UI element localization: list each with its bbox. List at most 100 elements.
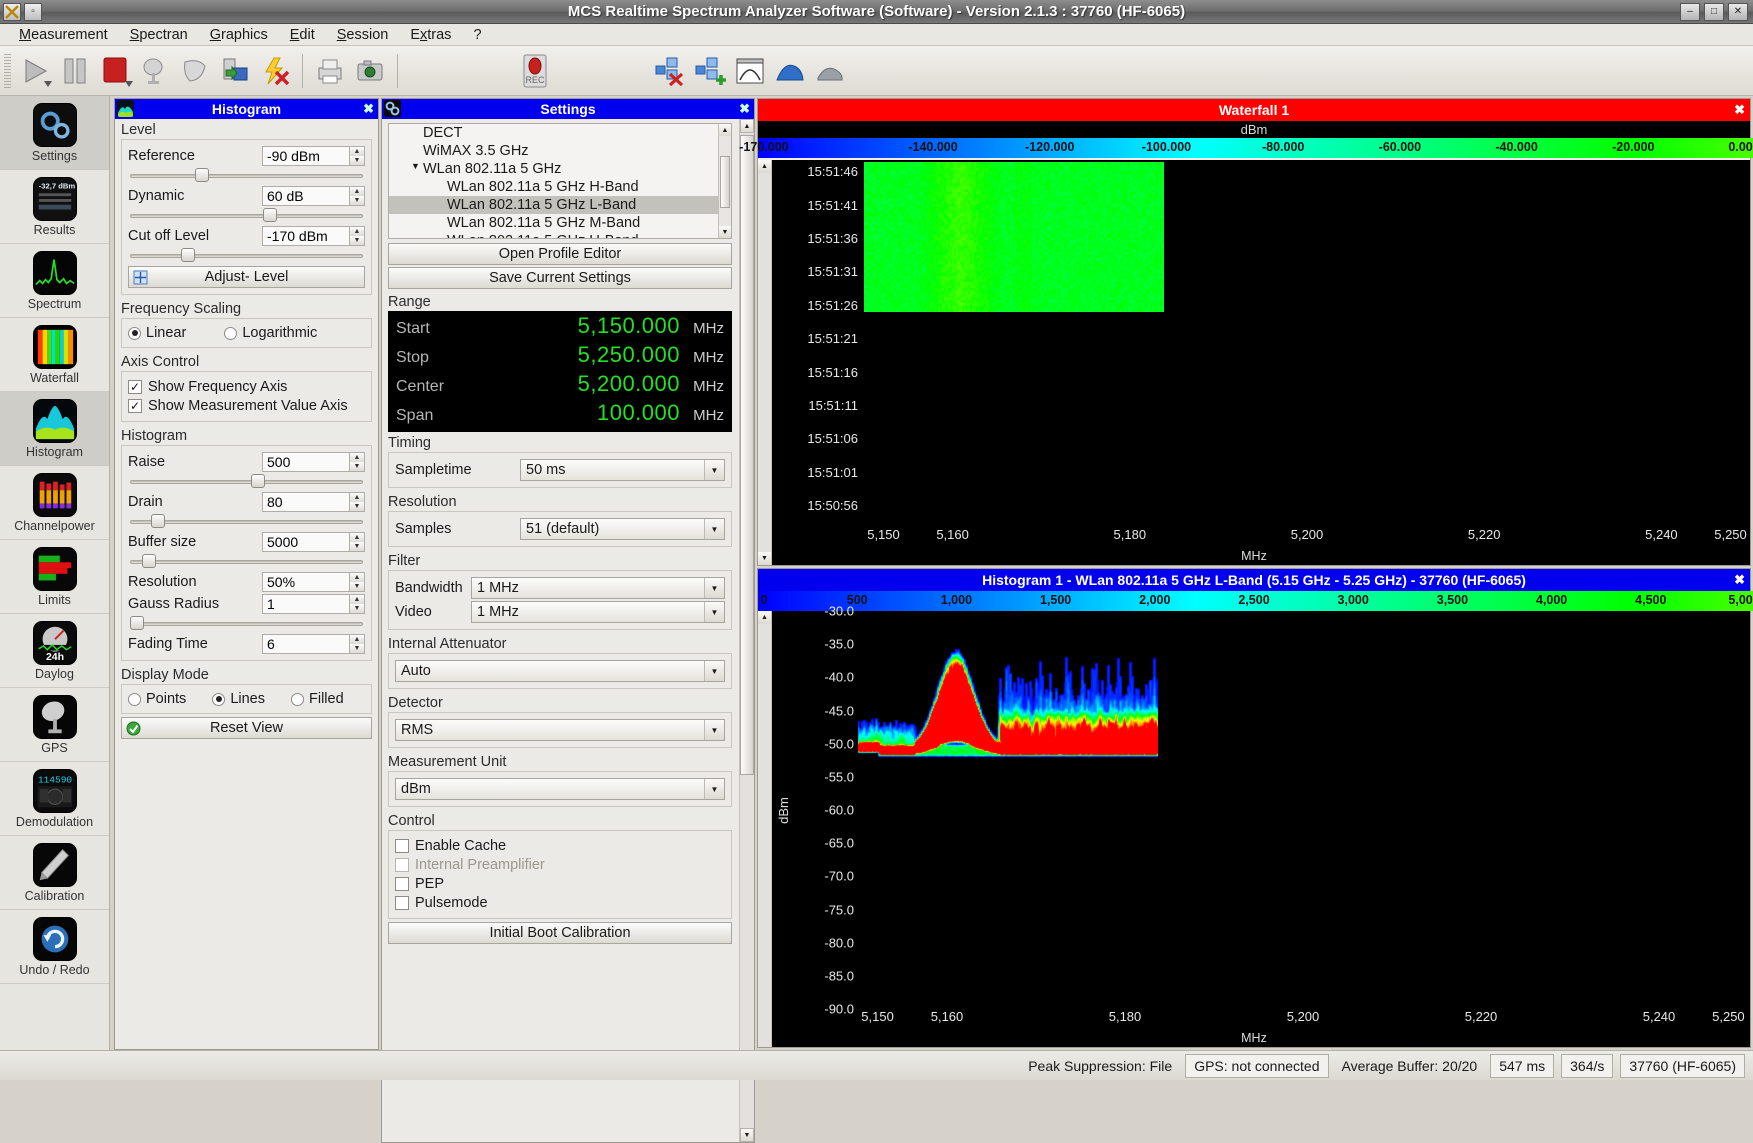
sampletime-chevron-down-icon[interactable]: ▼ <box>704 460 724 480</box>
fading-time-up-icon[interactable]: ▲ <box>350 635 364 644</box>
waterfall-window-icon[interactable] <box>770 50 810 92</box>
buffer-size-slider[interactable] <box>130 554 363 568</box>
settings-scroll-up-icon[interactable]: ▲ <box>740 119 754 133</box>
menu-item-extras[interactable]: Extras <box>399 25 462 45</box>
raise-slider-knob[interactable] <box>251 474 265 488</box>
measurement-unit-combo[interactable]: dBm ▼ <box>395 778 725 800</box>
cutoff-down-icon[interactable]: ▼ <box>350 236 364 245</box>
dynamic-up-icon[interactable]: ▲ <box>350 187 364 196</box>
radio-lines-indicator[interactable] <box>212 693 225 706</box>
histogram-scrollbar[interactable]: ▲ <box>758 611 772 1047</box>
raise-down-icon[interactable]: ▼ <box>350 462 364 471</box>
radio-lines[interactable]: Lines <box>212 691 265 707</box>
reference-input[interactable] <box>262 146 350 166</box>
tree-scrollbar[interactable]: ▲▼ <box>718 124 731 238</box>
radio-filled-indicator[interactable] <box>291 693 304 706</box>
radio-linear[interactable]: Linear <box>128 325 186 341</box>
range-row-span[interactable]: Span100.000MHz <box>396 400 724 429</box>
drain-input[interactable] <box>262 492 350 512</box>
resolution-stepper[interactable]: ▲▼ <box>262 572 365 592</box>
tree-item[interactable]: WLan 802.11a 5 GHz H-Band <box>389 178 731 196</box>
bandwidth-chevron-down-icon[interactable]: ▼ <box>704 578 724 598</box>
sidebar-item-demodulation[interactable]: 114590Demodulation <box>0 762 109 836</box>
tree-scroll-down-icon[interactable]: ▼ <box>719 226 731 238</box>
chevron-down-icon[interactable]: ▼ <box>411 161 420 171</box>
cutoff-input[interactable] <box>262 226 350 246</box>
radio-filled[interactable]: Filled <box>291 691 344 707</box>
stop-icon[interactable] <box>95 50 135 92</box>
resolution-up-icon[interactable]: ▲ <box>350 573 364 582</box>
radio-points[interactable]: Points <box>128 691 186 707</box>
histogram-plot-close-icon[interactable]: ✖ <box>1734 572 1745 588</box>
fading-time-down-icon[interactable]: ▼ <box>350 644 364 653</box>
play-icon[interactable] <box>15 50 55 92</box>
settings-scrollbar[interactable]: ▲ ▼ <box>739 119 754 1142</box>
cutoff-slider-knob[interactable] <box>181 248 195 262</box>
raise-input[interactable] <box>262 452 350 472</box>
spectrum-window-icon[interactable] <box>730 50 770 92</box>
detector-chevron-down-icon[interactable]: ▼ <box>704 720 724 740</box>
waterfall-plot-area[interactable]: ▲ ▼ 15:51:4615:51:4115:51:3615:51:3115:5… <box>758 160 1750 565</box>
fading-time-input[interactable] <box>262 634 350 654</box>
drain-slider[interactable] <box>130 514 363 528</box>
gauss-radius-slider-knob[interactable] <box>130 616 144 630</box>
sidebar-item-waterfall[interactable]: Waterfall <box>0 318 109 392</box>
adjust-level-button[interactable]: Adjust- Level <box>128 266 365 288</box>
save-current-settings-button[interactable]: Save Current Settings <box>388 267 732 289</box>
histogram-heatmap[interactable] <box>858 615 1158 765</box>
reference-slider-knob[interactable] <box>195 168 209 182</box>
buffer-size-down-icon[interactable]: ▼ <box>350 542 364 551</box>
radio-logarithmic-indicator[interactable] <box>224 327 237 340</box>
tree-item[interactable]: ▼WLan 802.11a 5 GHz <box>389 160 731 178</box>
cone-icon[interactable] <box>175 50 215 92</box>
buffer-size-up-icon[interactable]: ▲ <box>350 533 364 542</box>
drain-up-icon[interactable]: ▲ <box>350 493 364 502</box>
tree-item[interactable]: WLan 802.11a 5 GHz L-Band <box>389 196 731 214</box>
sidebar-item-spectrum[interactable]: Spectrum <box>0 244 109 318</box>
gauss-radius-up-icon[interactable]: ▲ <box>350 595 364 604</box>
radio-points-indicator[interactable] <box>128 693 141 706</box>
pep-box[interactable] <box>395 877 409 891</box>
fading-time-stepper[interactable]: ▲▼ <box>262 634 365 654</box>
enable-cache-box[interactable] <box>395 839 409 853</box>
gauss-radius-input[interactable] <box>262 594 350 614</box>
settings-scroll-thumb[interactable] <box>740 135 754 775</box>
sidebar-item-undo-redo[interactable]: Undo / Redo <box>0 910 109 984</box>
gauss-radius-down-icon[interactable]: ▼ <box>350 604 364 613</box>
reference-up-icon[interactable]: ▲ <box>350 147 364 156</box>
cutoff-stepper[interactable]: ▲▼ <box>262 226 365 246</box>
raise-up-icon[interactable]: ▲ <box>350 453 364 462</box>
tree-scroll-thumb[interactable] <box>720 156 730 208</box>
sidebar-item-histogram[interactable]: Histogram <box>0 392 109 466</box>
histogram-scroll-up-icon[interactable]: ▲ <box>758 611 771 624</box>
sidebar-item-channelpower[interactable]: Channelpower <box>0 466 109 540</box>
save-device-icon[interactable] <box>215 50 255 92</box>
settings-panel-close-icon[interactable]: ✖ <box>739 101 750 117</box>
waterfall-heatmap[interactable] <box>864 162 1164 312</box>
waterfall-scrollbar[interactable]: ▲ ▼ <box>758 160 772 565</box>
drain-slider-knob[interactable] <box>151 514 165 528</box>
enable-cache-checkbox[interactable]: Enable Cache <box>395 838 725 854</box>
raise-stepper[interactable]: ▲▼ <box>262 452 365 472</box>
minimize-button[interactable]: – <box>1680 3 1700 21</box>
maximize-button[interactable]: □ <box>1704 3 1724 21</box>
tree-item[interactable]: WLan 802.11a 5 GHz U-Band <box>389 232 731 239</box>
range-row-start[interactable]: Start5,150.000MHz <box>396 313 724 342</box>
clear-marker-icon[interactable] <box>255 50 295 92</box>
dynamic-slider-knob[interactable] <box>263 208 277 222</box>
radio-logarithmic[interactable]: Logarithmic <box>224 325 317 341</box>
open-profile-editor-button[interactable]: Open Profile Editor <box>388 243 732 265</box>
show-frequency-axis-box[interactable]: ✓ <box>128 380 142 394</box>
show-measurement-value-axis-checkbox[interactable]: ✓ Show Measurement Value Axis <box>128 398 365 414</box>
histogram-window-icon[interactable] <box>810 50 850 92</box>
printer-icon[interactable] <box>310 50 350 92</box>
internal-attenuator-chevron-down-icon[interactable]: ▼ <box>704 661 724 681</box>
window-menu-icon[interactable]: ▫ <box>24 3 42 21</box>
initial-boot-calibration-button[interactable]: Initial Boot Calibration <box>388 922 732 944</box>
close-button[interactable]: ✕ <box>1728 3 1748 21</box>
add-window-icon[interactable] <box>690 50 730 92</box>
histogram-panel-close-icon[interactable]: ✖ <box>363 101 374 117</box>
samples-chevron-down-icon[interactable]: ▼ <box>704 519 724 539</box>
settings-scroll-down-icon[interactable]: ▼ <box>740 1128 754 1142</box>
cutoff-up-icon[interactable]: ▲ <box>350 227 364 236</box>
